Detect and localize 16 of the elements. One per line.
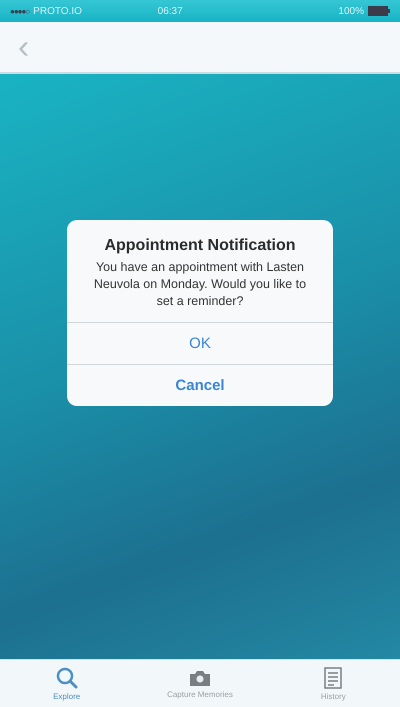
battery-icon	[368, 6, 390, 16]
dialog-message: You have an appointment with Lasten Neuvola on Monday. Would you like to set a reminder?	[92, 259, 308, 310]
search-icon	[56, 666, 78, 688]
back-button[interactable]: ‹	[12, 30, 36, 64]
tab[interactable]: History	[266, 660, 400, 707]
camera-icon	[188, 668, 211, 686]
dialog-button[interactable]: OK	[67, 322, 333, 364]
battery-percent: 100%	[338, 6, 364, 16]
document-icon	[324, 666, 342, 688]
dialog-button[interactable]: Cancel	[67, 364, 333, 406]
signal-strength: ●●●●○	[10, 6, 30, 16]
carrier-name: PROTO.IO	[33, 6, 82, 16]
clock-time: 06:37	[158, 6, 183, 16]
tab[interactable]: Capture Memories	[133, 660, 267, 707]
tab[interactable]: Explore	[0, 660, 134, 707]
dialog-title: Appointment Notification	[103, 236, 297, 256]
